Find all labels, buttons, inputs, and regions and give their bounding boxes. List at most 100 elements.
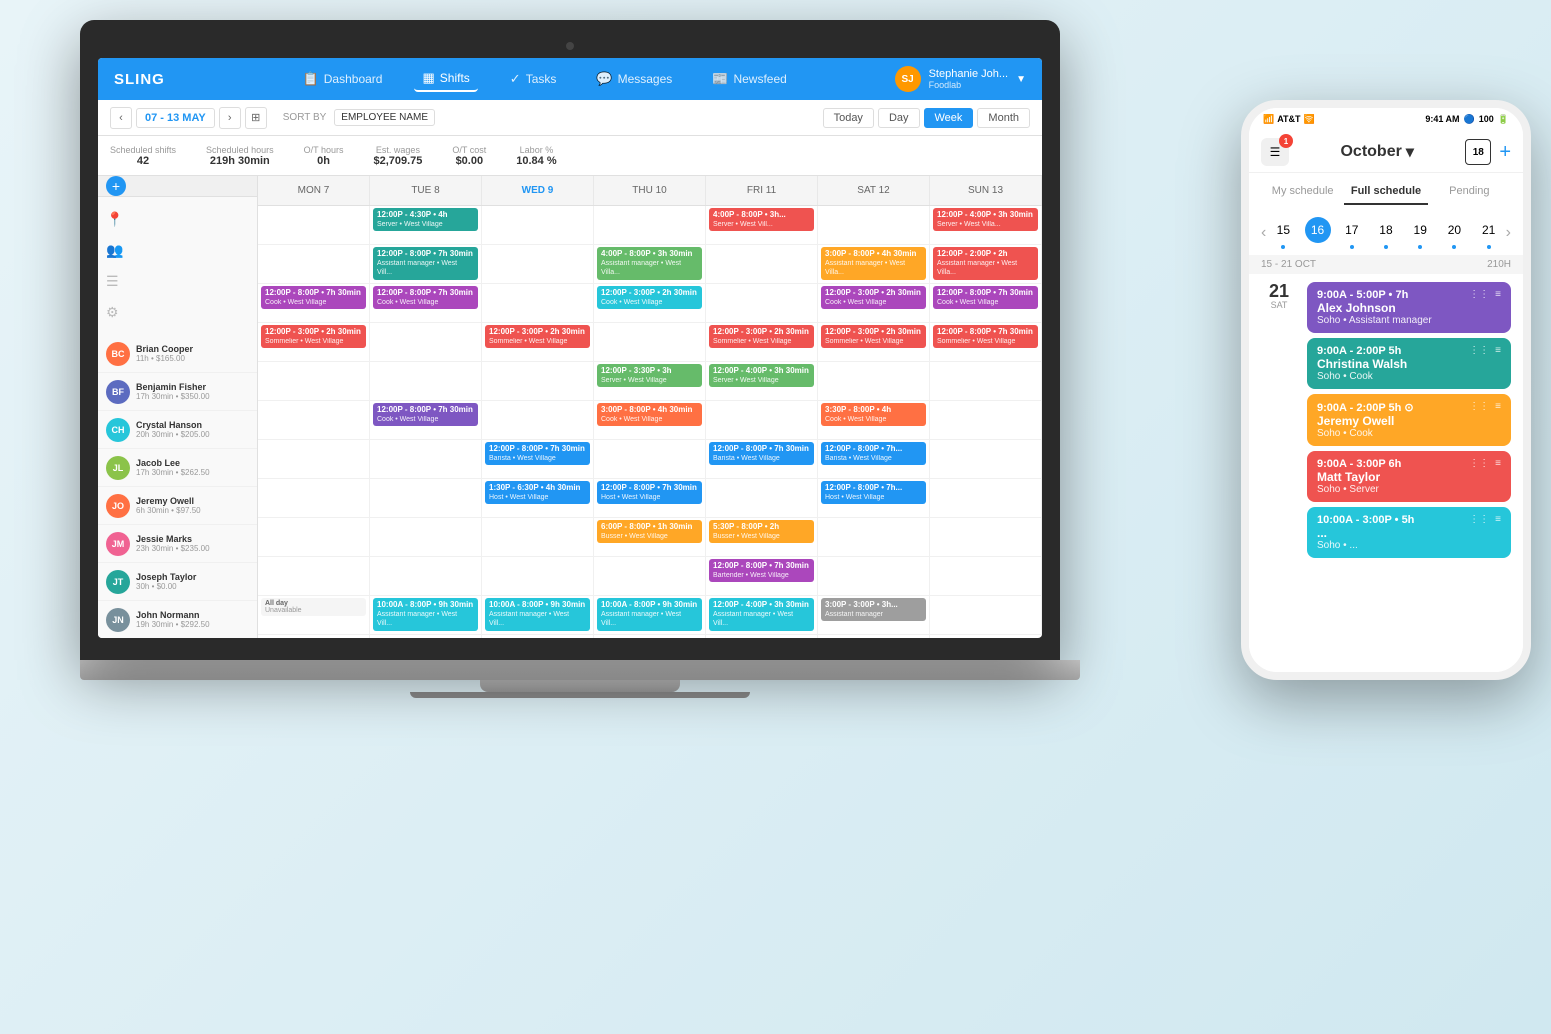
shift-block[interactable]: 12:00P - 3:00P • 2h 30minCook • West Vil… <box>821 286 926 309</box>
tab-my-schedule[interactable]: My schedule <box>1261 179 1344 205</box>
week-day[interactable]: 20 <box>1441 217 1467 249</box>
shift-block[interactable]: 12:00P - 4:00P • 3h 30minAssistant manag… <box>709 598 814 631</box>
shift-block[interactable]: 12:00P - 4:30P • 4hServer • West Village <box>373 208 478 231</box>
action-icon[interactable]: ⋮⋮ <box>1469 458 1489 469</box>
week-day[interactable]: 21 <box>1476 217 1502 249</box>
calendar-icon[interactable]: 18 <box>1465 139 1491 165</box>
week-day[interactable]: 16 <box>1305 217 1331 249</box>
action-icon[interactable]: ⋮⋮ <box>1469 401 1489 412</box>
week-day[interactable]: 17 <box>1339 217 1365 249</box>
shift-block[interactable]: 4:00P - 8:00P • 3h...Server • West Vill.… <box>709 208 814 231</box>
laptop: SLING 📋 Dashboard ▦ Shifts ✓ Tasks <box>80 20 1080 770</box>
shift-block[interactable]: 5:30P - 8:00P • 2hBusser • West Village <box>709 520 814 543</box>
shift-block[interactable]: 12:00P - 4:00P • 3h 30minServer • West V… <box>709 364 814 387</box>
grid-cell: 12:00P - 8:00P • 7h 30minBarista • West … <box>482 440 594 478</box>
phone-shift-item[interactable]: 9:00A - 2:00P 5h ⊙ Jeremy Owell Soho • C… <box>1307 394 1511 446</box>
add-shift-button[interactable]: + <box>106 176 126 196</box>
shift-block[interactable]: 3:30P - 8:00P • 4hCook • West Village <box>821 403 926 426</box>
shift-block[interactable]: 12:00P - 8:00P • 7h 30minCook • West Vil… <box>261 286 366 309</box>
action-icon2[interactable]: ≡ <box>1495 401 1501 412</box>
shift-block[interactable]: 12:00P - 3:00P • 2h 30minSommelier • Wes… <box>261 325 366 348</box>
shift-block[interactable]: 12:00P - 8:00P • 7h...Host • West Villag… <box>821 481 926 504</box>
list-icon[interactable]: ☰ <box>106 273 119 290</box>
shift-block[interactable]: 10:00A - 8:00P • 9h 30minAssistant manag… <box>373 598 478 631</box>
action-icon2[interactable]: ≡ <box>1495 458 1501 469</box>
grid-cell <box>258 206 370 244</box>
nav-tasks[interactable]: ✓ Tasks <box>502 67 565 91</box>
shift-block[interactable]: 12:00P - 8:00P • 7h...Barista • West Vil… <box>821 442 926 465</box>
shift-block[interactable]: 12:00P - 3:00P • 2h 30minCook • West Vil… <box>597 286 702 309</box>
week-button[interactable]: Week <box>924 108 974 128</box>
shift-block[interactable]: 12:00P - 8:00P • 7h 30minSommelier • Wes… <box>933 325 1038 348</box>
shift-block[interactable]: 12:00P - 4:00P • 3h 30minServer • West V… <box>933 208 1038 231</box>
prev-week-button[interactable]: ‹ <box>1261 224 1266 242</box>
phone-shift-item[interactable]: 9:00A - 3:00P 6h Matt Taylor Soho • Serv… <box>1307 451 1511 502</box>
grid-cell: 12:00P - 8:00P • 7h 30minBartender • Wes… <box>706 557 818 595</box>
phone-shift-item[interactable]: 9:00A - 2:00P 5h Christina Walsh Soho • … <box>1307 338 1511 389</box>
shift-block[interactable]: 12:00P - 3:00P • 2h 30minSommelier • Wes… <box>821 325 926 348</box>
shift-block[interactable]: 3:00P - 8:00P • 4h 30minCook • West Vill… <box>597 403 702 426</box>
user-avatar: SJ <box>895 66 921 92</box>
nav-newsfeed[interactable]: 📰 Newsfeed <box>704 67 795 91</box>
shift-block[interactable]: 1:30P - 6:30P • 4h 30minHost • West Vill… <box>485 481 590 504</box>
week-day[interactable]: 15 <box>1270 217 1296 249</box>
action-icon2[interactable]: ≡ <box>1495 289 1501 300</box>
location-icon[interactable]: 📍 <box>106 211 123 228</box>
month-button[interactable]: Month <box>977 108 1030 128</box>
sort-select[interactable]: EMPLOYEE NAME <box>334 109 435 126</box>
today-button[interactable]: Today <box>823 108 874 128</box>
prev-button[interactable]: ‹ <box>110 107 132 129</box>
shift-block[interactable]: 10:00A - 8:00P • 9h 30minAssistant manag… <box>597 598 702 631</box>
shift-block[interactable]: 4:00P - 8:00P • 3h 30minAssistant manage… <box>597 247 702 280</box>
nav-messages[interactable]: 💬 Messages <box>588 67 680 91</box>
filter-button[interactable]: ☰ 1 <box>1261 138 1289 166</box>
month-title[interactable]: October ▾ <box>1297 142 1457 162</box>
people-icon[interactable]: 👥 <box>106 242 123 259</box>
day-button[interactable]: Day <box>878 108 920 128</box>
shift-block[interactable]: 12:00P - 3:00P • 2h 30minSommelier • Wes… <box>485 325 590 348</box>
nav-dashboard[interactable]: 📋 Dashboard <box>295 67 391 91</box>
action-icon2[interactable]: ≡ <box>1495 514 1501 525</box>
employee-item: JL Jacob Lee 17h 30min • $262.50 <box>98 449 257 487</box>
phone-shift-item[interactable]: 10:00A - 3:00P • 5h ... Soho • ... ⋮⋮ ≡ <box>1307 507 1511 558</box>
next-week-button[interactable]: › <box>1506 224 1511 242</box>
emp-info: Brian Cooper 11h • $165.00 <box>136 344 249 363</box>
tab-full-schedule[interactable]: Full schedule <box>1344 179 1427 205</box>
settings-icon[interactable]: ⚙ <box>106 304 119 321</box>
shift-block[interactable]: 10:00A - 8:00P • 9h 30minAssistant manag… <box>485 598 590 631</box>
shift-block[interactable]: 12:00P - 2:00P • 2hAssistant manager • W… <box>933 247 1038 280</box>
nav-shifts[interactable]: ▦ Shifts <box>414 66 477 92</box>
phone-shift-item[interactable]: 9:00A - 5:00P • 7h Alex Johnson Soho • A… <box>1307 282 1511 333</box>
grid-toggle[interactable]: ⊞ <box>245 107 267 129</box>
shift-block[interactable]: 12:00P - 8:00P • 7h 30minHost • West Vil… <box>597 481 702 504</box>
grid-cell <box>258 245 370 283</box>
action-icon[interactable]: ⋮⋮ <box>1469 345 1489 356</box>
add-button[interactable]: + <box>1499 141 1511 164</box>
shift-block[interactable]: 3:00P - 3:00P • 3h...Assistant manager <box>821 598 926 621</box>
stat-scheduled-shifts: Scheduled shifts 42 <box>110 145 176 167</box>
newsfeed-icon: 📰 <box>712 71 728 87</box>
shift-block[interactable]: 12:00P - 8:00P • 7h 30minBartender • Wes… <box>709 559 814 582</box>
week-day[interactable]: 19 <box>1407 217 1433 249</box>
action-icon2[interactable]: ≡ <box>1495 345 1501 356</box>
shift-block[interactable]: 12:00P - 8:00P • 7h 30minCook • West Vil… <box>373 403 478 426</box>
week-day[interactable]: 18 <box>1373 217 1399 249</box>
shift-block[interactable]: 12:00P - 8:00P • 7h 30minBarista • West … <box>485 442 590 465</box>
shift-block[interactable]: 12:00P - 8:00P • 7h 30minBarista • West … <box>709 442 814 465</box>
shift-block[interactable]: 12:00P - 3:30P • 3hServer • West Village <box>597 364 702 387</box>
shift-block[interactable]: 6:00P - 8:00P • 1h 30minBusser • West Vi… <box>597 520 702 543</box>
grid-cell <box>482 284 594 322</box>
shift-block[interactable]: 12:00P - 8:00P • 7h 30minCook • West Vil… <box>933 286 1038 309</box>
grid-cell: 5:30P - 8:00P • 2hBusser • West Village <box>706 518 818 556</box>
action-icon[interactable]: ⋮⋮ <box>1469 289 1489 300</box>
grid-cell <box>370 479 482 517</box>
grid-cell: 12:00P - 4:00P • 3h 30minServer • West V… <box>706 362 818 400</box>
shift-block[interactable]: 12:00P - 8:00P • 7h 30minCook • West Vil… <box>373 286 478 309</box>
grid-cell: 12:00P - 8:00P • 7h 30minCook • West Vil… <box>370 284 482 322</box>
shift-block[interactable]: 12:00P - 3:00P • 2h 30minSommelier • Wes… <box>709 325 814 348</box>
shift-block[interactable]: 3:00P - 8:00P • 4h 30minAssistant manage… <box>821 247 926 280</box>
tab-pending[interactable]: Pending <box>1428 179 1511 205</box>
next-button[interactable]: › <box>219 107 241 129</box>
shift-block[interactable]: 12:00P - 8:00P • 7h 30minAssistant manag… <box>373 247 478 280</box>
action-icon[interactable]: ⋮⋮ <box>1469 514 1489 525</box>
